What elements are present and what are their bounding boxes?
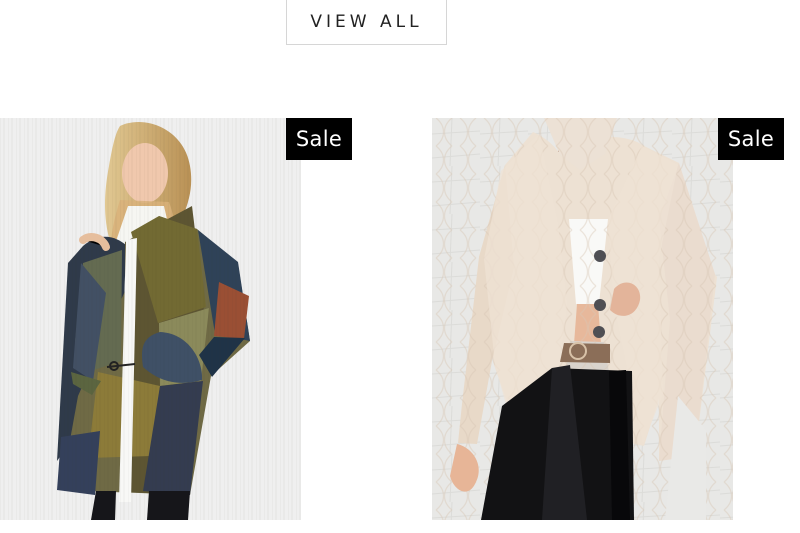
product-section: VIEW ALL Sale Sale: [0, 0, 800, 533]
product-card-patchwork-cardigan[interactable]: Sale: [0, 118, 352, 520]
sale-badge: Sale: [286, 118, 352, 160]
view-all-button[interactable]: VIEW ALL: [286, 0, 447, 45]
sale-badge: Sale: [718, 118, 784, 160]
patchwork-cardigan-image[interactable]: [0, 118, 301, 520]
cream-blazer-image[interactable]: [432, 118, 733, 520]
product-card-cream-blazer[interactable]: Sale: [432, 118, 784, 520]
